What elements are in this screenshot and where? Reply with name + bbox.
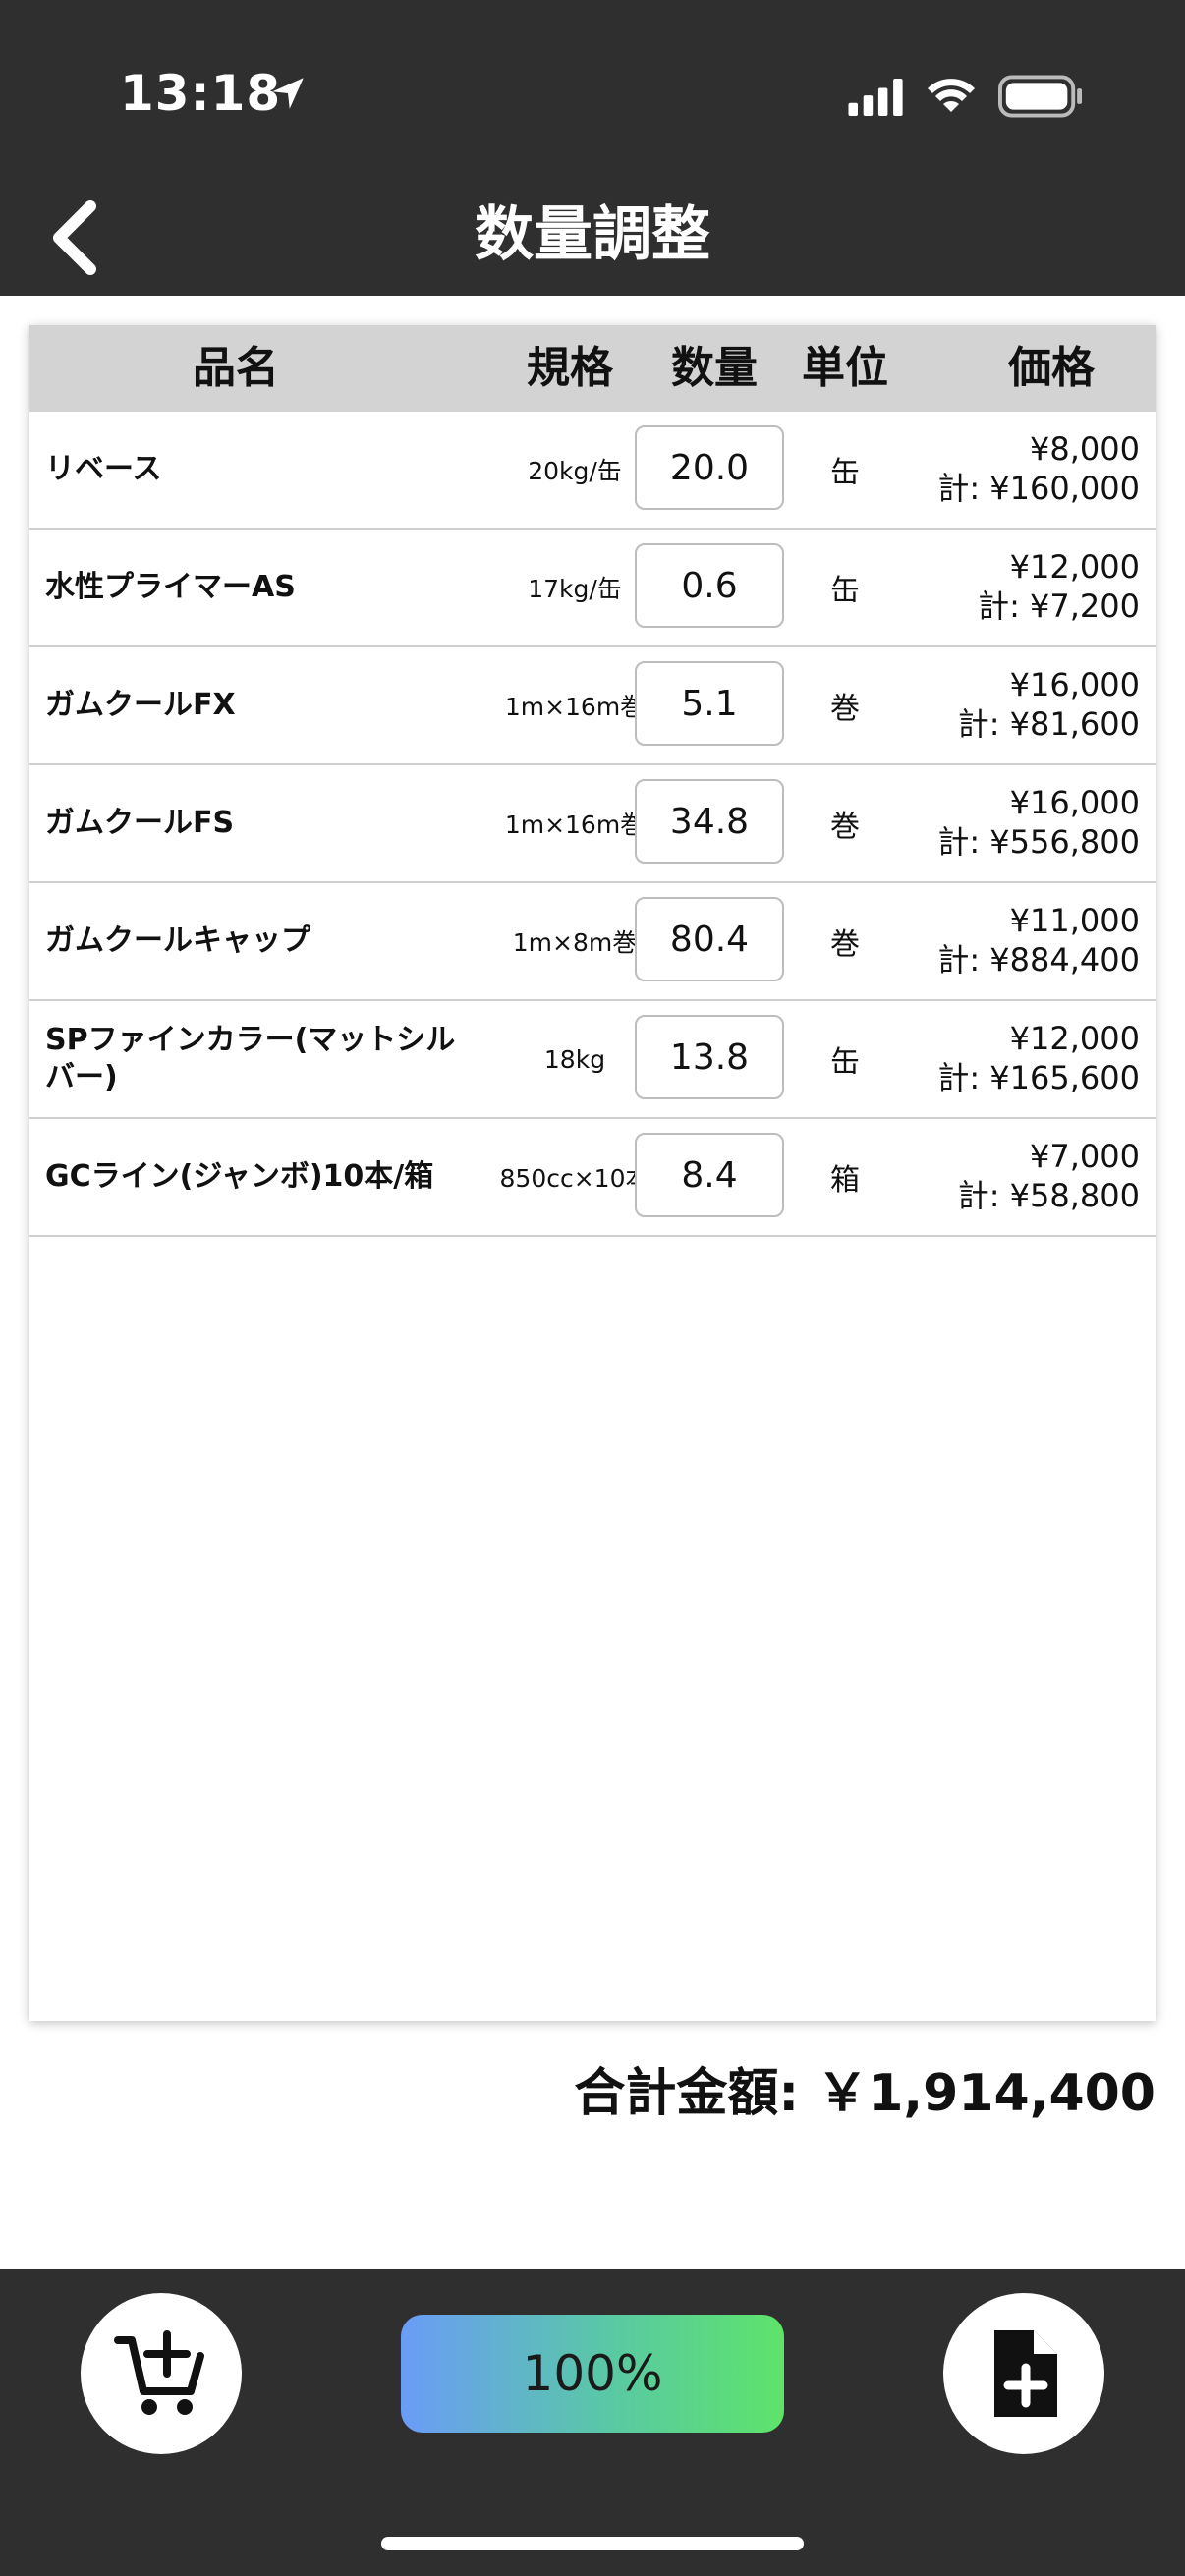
wifi-icon (928, 79, 975, 112)
unit-price: ¥7,000 (1030, 1138, 1140, 1175)
subtotal: 計: ¥556,800 (937, 823, 1140, 861)
item-name: リベース (45, 452, 162, 486)
new-document-button[interactable] (943, 2293, 1104, 2454)
item-name: ガムクールFX (45, 688, 236, 722)
cart-plus-icon (114, 2330, 204, 2415)
table-row: 水性プライマーAS 17kg/缶 缶 ¥12,000 計: ¥7,200 (29, 530, 1156, 647)
item-name: ガムクールFS (45, 806, 235, 840)
unit-price: ¥12,000 (1009, 548, 1140, 586)
table-row: SPファインカラー(マットシルバー) 18kg 缶 ¥12,000 計: ¥16… (29, 1001, 1156, 1119)
item-price-block: ¥12,000 計: ¥165,600 (845, 1019, 1140, 1097)
unit-price: ¥12,000 (1009, 1020, 1140, 1057)
table-row: GCライン(ジャンボ)10本/箱 850cc×10本 箱 ¥7,000 計: ¥… (29, 1119, 1156, 1237)
quantity-input[interactable] (635, 897, 784, 981)
column-header-name: 品名 (193, 343, 279, 393)
file-plus-icon (994, 2330, 1057, 2417)
home-indicator (381, 2537, 804, 2550)
top-header: 13:18 数量調整 (0, 0, 1185, 296)
quantity-input[interactable] (635, 661, 784, 746)
quantity-input[interactable] (635, 543, 784, 628)
quantity-input[interactable] (635, 425, 784, 510)
location-arrow-icon (272, 78, 304, 109)
item-price-block: ¥11,000 計: ¥884,400 (845, 901, 1140, 980)
item-name: GCライン(ジャンボ)10本/箱 (45, 1159, 434, 1194)
column-header-price: 価格 (1008, 343, 1095, 393)
column-header-quantity: 数量 (671, 343, 758, 393)
unit-price: ¥8,000 (1030, 430, 1140, 468)
item-price-block: ¥8,000 計: ¥160,000 (845, 429, 1140, 508)
subtotal: 計: ¥81,600 (957, 705, 1140, 743)
unit-price: ¥16,000 (1009, 784, 1140, 821)
table-row: ガムクールFS 1m×16m巻 巻 ¥16,000 計: ¥556,800 (29, 765, 1156, 883)
unit-price: ¥16,000 (1009, 666, 1140, 703)
battery-icon (998, 75, 1083, 118)
progress-percent-button[interactable]: 100% (401, 2315, 784, 2433)
item-name: ガムクールキャップ (45, 924, 310, 958)
subtotal: 計: ¥884,400 (937, 941, 1140, 979)
item-name: 水性プライマーAS (45, 570, 296, 604)
item-name: SPファインカラー(マットシルバー) (45, 1023, 456, 1094)
table-row: ガムクールFX 1m×16m巻 巻 ¥16,000 計: ¥81,600 (29, 647, 1156, 765)
item-price-block: ¥16,000 計: ¥81,600 (845, 665, 1140, 744)
quantity-input[interactable] (635, 1133, 784, 1217)
grand-total: 合計金額: ￥1,914,400 (574, 2064, 1156, 2123)
table-header: 品名 規格 数量 単位 価格 (29, 325, 1156, 412)
item-price-block: ¥12,000 計: ¥7,200 (845, 547, 1140, 626)
subtotal: 計: ¥160,000 (937, 470, 1140, 507)
page-title: 数量調整 (475, 200, 710, 269)
quantity-input[interactable] (635, 779, 784, 864)
subtotal: 計: ¥165,600 (937, 1059, 1140, 1096)
subtotal: 計: ¥7,200 (978, 588, 1140, 625)
quantity-input[interactable] (635, 1015, 784, 1099)
item-price-block: ¥7,000 計: ¥58,800 (845, 1137, 1140, 1215)
status-time: 13:18 (120, 65, 282, 122)
table-row: リベース 20kg/缶 缶 ¥8,000 計: ¥160,000 (29, 412, 1156, 530)
subtotal: 計: ¥58,800 (957, 1177, 1140, 1214)
cellular-signal-icon (848, 79, 903, 116)
add-to-cart-button[interactable] (81, 2293, 242, 2454)
table-row: ガムクールキャップ 1m×8m巻 巻 ¥11,000 計: ¥884,400 (29, 883, 1156, 1001)
unit-price: ¥11,000 (1009, 902, 1140, 939)
item-price-block: ¥16,000 計: ¥556,800 (845, 783, 1140, 862)
column-header-unit: 単位 (802, 343, 888, 393)
order-table: 品名 規格 数量 単位 価格 リベース 20kg/缶 缶 ¥8,000 計: ¥… (29, 325, 1156, 2021)
